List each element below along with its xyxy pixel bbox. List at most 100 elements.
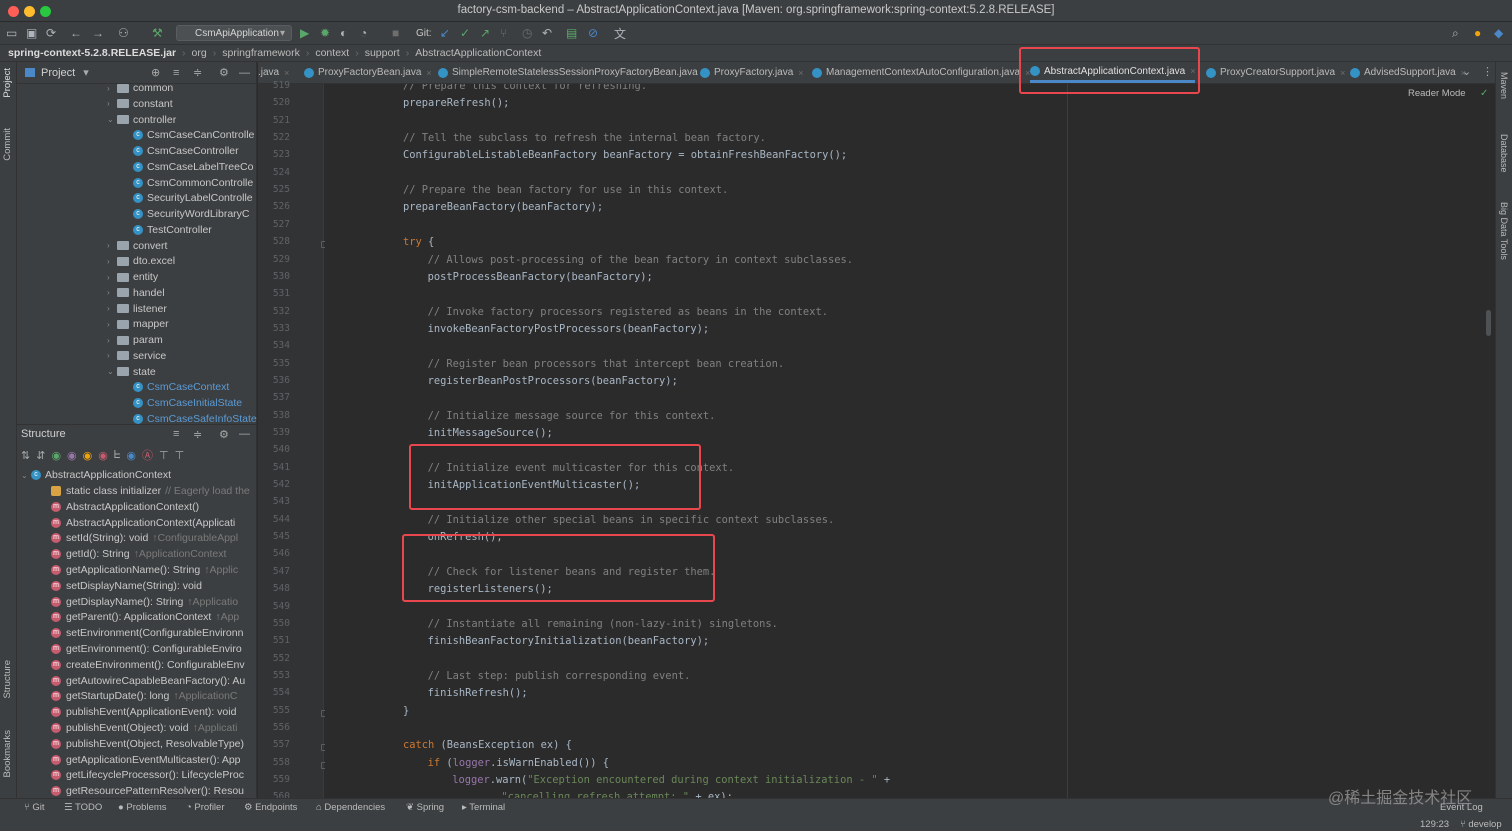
tree-class[interactable]: c CsmCaseContext: [133, 379, 229, 395]
collapse-all-icon[interactable]: ≑: [193, 428, 202, 441]
expand-all-icon[interactable]: ≡: [173, 67, 179, 79]
dependencies-tool-button[interactable]: ⌂ Dependencies: [316, 802, 385, 813]
hide-icon[interactable]: —: [239, 67, 250, 79]
sort-alpha-icon[interactable]: ⇅: [21, 449, 30, 462]
back-icon[interactable]: ←: [70, 25, 82, 41]
chevron-right-icon[interactable]: ›: [107, 304, 117, 313]
tree-folder[interactable]: › dto.excel: [107, 253, 175, 269]
structure-item[interactable]: m getStartupDate(): long ↑ApplicationC: [51, 688, 238, 704]
chevron-right-icon[interactable]: ›: [107, 273, 117, 282]
line-number[interactable]: 550: [264, 618, 290, 629]
line-number[interactable]: 523: [264, 149, 290, 160]
line-number[interactable]: 554: [264, 687, 290, 698]
anonymous-icon[interactable]: ◉: [126, 449, 136, 462]
sort-visibility-icon[interactable]: ⇵: [36, 449, 45, 462]
rollback-icon[interactable]: ↶: [542, 25, 552, 41]
big-data-tools-tab[interactable]: Big Data Tools: [1499, 202, 1509, 260]
coverage-icon[interactable]: ◐: [340, 25, 347, 41]
close-tab-icon[interactable]: ×: [284, 68, 289, 78]
editor-tab[interactable]: ProxyFactoryBean.java ×: [304, 62, 432, 83]
close-tab-icon[interactable]: ×: [426, 68, 431, 78]
structure-item[interactable]: m getApplicationEventMulticaster(): App: [51, 752, 241, 768]
structure-root[interactable]: ⌄ c AbstractApplicationContext: [21, 467, 171, 483]
user-icon[interactable]: ⚇: [118, 25, 129, 41]
tree-class[interactable]: c SecurityWordLibraryC: [133, 206, 250, 222]
locate-icon[interactable]: ⊕: [151, 66, 160, 79]
open-folder-icon[interactable]: ▭: [6, 25, 17, 41]
save-icon[interactable]: ▣: [26, 25, 37, 41]
chevron-right-icon[interactable]: ›: [107, 320, 117, 329]
structure-item[interactable]: m AbstractApplicationContext(): [51, 499, 199, 515]
git-commit-icon[interactable]: ✓: [460, 25, 470, 41]
chevron-down-icon[interactable]: ▾: [83, 66, 89, 79]
breadcrumb-item[interactable]: support: [359, 47, 406, 59]
stop-icon[interactable]: ■: [392, 25, 399, 41]
sync-icon[interactable]: ⟳: [46, 25, 56, 41]
run-icon[interactable]: ▶: [300, 25, 309, 41]
run-configuration-select[interactable]: CsmApiApplication ▾: [176, 25, 292, 41]
build-hammer-icon[interactable]: ⚒: [152, 25, 163, 41]
line-number[interactable]: 532: [264, 306, 290, 317]
breadcrumb-item[interactable]: spring-context-5.2.8.RELEASE.jar: [0, 47, 182, 59]
commit-tool-tab[interactable]: Commit: [2, 128, 13, 161]
caret-position[interactable]: 129:23: [1420, 819, 1449, 830]
block-icon[interactable]: ⊘: [588, 25, 598, 41]
git-branch-icon[interactable]: ⑂: [500, 25, 507, 41]
tree-folder[interactable]: › common: [107, 80, 173, 96]
breadcrumb-item[interactable]: context: [309, 47, 355, 59]
fields-icon[interactable]: ◉: [83, 449, 93, 462]
tree-folder[interactable]: › mapper: [107, 316, 169, 332]
editor-tab[interactable]: AbstractApplicationContext.java ×: [1030, 62, 1196, 83]
git-tool-button[interactable]: ⑂ Git: [24, 802, 44, 813]
line-number[interactable]: 535: [264, 358, 290, 369]
tree-class[interactable]: c SecurityLabelControlle: [133, 190, 253, 206]
inherited-icon[interactable]: ◉: [51, 449, 61, 462]
editor-tab[interactable]: AdvisedSupport.java ×: [1350, 62, 1466, 83]
tabs-menu-icon[interactable]: ⋮: [1482, 65, 1493, 78]
tree-folder[interactable]: › service: [107, 348, 166, 364]
editor-tab[interactable]: ProxyCreatorSupport.java ×: [1206, 62, 1345, 83]
close-tab-icon[interactable]: ×: [798, 68, 803, 78]
inspection-ok-icon[interactable]: ✓: [1480, 88, 1488, 99]
tree-class[interactable]: c TestController: [133, 222, 212, 238]
terminal-icon[interactable]: ▤: [566, 25, 577, 41]
line-number[interactable]: 543: [264, 496, 290, 507]
history-icon[interactable]: ◷: [522, 25, 532, 41]
lambda-icon[interactable]: ᖶ: [114, 449, 121, 462]
line-number[interactable]: 544: [264, 514, 290, 525]
chevron-right-icon[interactable]: ›: [107, 336, 117, 345]
structure-item[interactable]: m setDisplayName(String): void: [51, 578, 202, 594]
translate-icon[interactable]: 文: [614, 25, 626, 41]
tree-class[interactable]: c CsmCaseController: [133, 143, 239, 159]
line-number[interactable]: 559: [264, 774, 290, 785]
maven-tool-tab[interactable]: Maven: [1499, 72, 1509, 99]
structure-item[interactable]: m getResourcePatternResolver(): Resou: [51, 783, 244, 799]
chevron-right-icon[interactable]: ›: [107, 99, 117, 108]
structure-item[interactable]: m getAutowireCapableBeanFactory(): Au: [51, 673, 245, 689]
breadcrumb-item[interactable]: org: [186, 47, 213, 59]
filter-down-icon[interactable]: ⊤: [175, 449, 185, 462]
line-number[interactable]: 548: [264, 583, 290, 594]
structure-item[interactable]: m createEnvironment(): ConfigurableEnv: [51, 657, 245, 673]
line-number[interactable]: 556: [264, 722, 290, 733]
structure-item[interactable]: m publishEvent(Object, ResolvableType): [51, 736, 244, 752]
structure-item[interactable]: m setEnvironment(ConfigurableEnvironn: [51, 625, 243, 641]
line-number[interactable]: 525: [264, 184, 290, 195]
line-number[interactable]: 520: [264, 97, 290, 108]
chevron-right-icon[interactable]: ›: [107, 257, 117, 266]
tree-class[interactable]: c CsmCaseInitialState: [133, 395, 242, 411]
line-number[interactable]: 528: [264, 236, 290, 247]
collapse-all-icon[interactable]: ≑: [193, 66, 202, 79]
line-number[interactable]: 524: [264, 167, 290, 178]
chevron-right-icon[interactable]: ›: [107, 241, 117, 250]
line-number[interactable]: 522: [264, 132, 290, 143]
line-number[interactable]: 546: [264, 548, 290, 559]
tree-folder[interactable]: › param: [107, 332, 163, 348]
tree-folder[interactable]: › listener: [107, 301, 167, 317]
project-tool-tab[interactable]: Project: [2, 68, 13, 98]
scrollbar-thumb[interactable]: [1486, 310, 1491, 336]
line-number[interactable]: 551: [264, 635, 290, 646]
structure-item[interactable]: m getDisplayName(): String ↑Applicatio: [51, 594, 238, 610]
tabs-overflow-icon[interactable]: ⌄: [1462, 65, 1471, 78]
gear-icon[interactable]: ⚙: [219, 66, 229, 79]
